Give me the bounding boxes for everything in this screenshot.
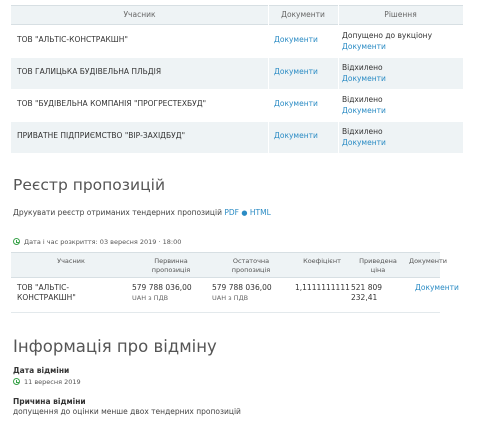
decision-status: Відхилено: [342, 127, 383, 136]
opening-date: Дата і час розкриття: 03 вересня 2019 · …: [13, 238, 181, 246]
col-documents-header: Документи: [409, 257, 447, 265]
cancellation-reason: допущення до оцінки менше двох тендерних…: [13, 407, 241, 416]
registry-title: Реєстр пропозицій: [13, 176, 166, 194]
participants-table: Учасник Документи Рішення ТОВ "АЛЬТІС-КО…: [11, 5, 463, 154]
proposal-participant: ТОВ "АЛЬТІС- КОНСТРАКШН": [17, 283, 76, 302]
participant-row: ТОВ "БУДІВЕЛЬНА КОМПАНІЯ "ПРОГРЕСТЕХБУД"…: [11, 90, 463, 122]
col-participant-header: Учасник: [57, 257, 85, 265]
cancellation-date-text: 11 вересня 2019: [24, 378, 81, 386]
cancellation-date: 11 вересня 2019: [13, 378, 81, 386]
decision-documents-link[interactable]: Документи: [342, 106, 386, 115]
col-decision-header: Рішення: [384, 10, 417, 19]
separator-dot: ●: [241, 209, 248, 217]
col-final-header: Остаточна пропозиція: [231, 257, 271, 274]
participant-documents-link[interactable]: Документи: [274, 35, 318, 44]
html-link[interactable]: HTML: [250, 208, 271, 217]
initial-proposal: 579 788 036,00 UAH з ПДВ: [132, 283, 192, 302]
coefficient: 1,1111111111: [295, 283, 350, 292]
decision-documents-link[interactable]: Документи: [342, 42, 386, 51]
col-reduced-price-header: Приведена ціна: [359, 257, 397, 274]
decision-status: Відхилено: [342, 95, 383, 104]
proposal-documents-link[interactable]: Документи: [415, 283, 459, 292]
participant-documents-link[interactable]: Документи: [274, 99, 318, 108]
col-coefficient-header: Коефіцієнт: [303, 257, 341, 265]
clock-icon: [13, 378, 20, 385]
col-initial-header: Первинна пропозиція: [151, 257, 191, 274]
proposals-table-header: Учасник Первинна пропозиція Остаточна проп…: [11, 252, 447, 278]
column-divider: [268, 5, 269, 154]
decision-documents-link[interactable]: Документи: [342, 138, 386, 147]
proposal-row: ТОВ "АЛЬТІС- КОНСТРАКШН" 579 788 036,00 UA…: [11, 279, 459, 313]
cancellation-reason-label: Причина відміни: [13, 397, 86, 406]
col-participant-header: Учасник: [123, 10, 156, 19]
cancellation-date-label: Дата відміни: [13, 366, 70, 375]
final-proposal: 579 788 036,00 UAH з ПДВ: [212, 283, 272, 302]
clock-icon: [13, 238, 20, 245]
participant-name: ПРИВАТНЕ ПІДПРИЄМСТВО "ВІР-ЗАХІДБУД": [17, 131, 186, 140]
participant-row: ТОВ "АЛЬТІС-КОНСТРАКШН" Документи Допуще…: [11, 26, 463, 58]
participant-name: ТОВ "АЛЬТІС-КОНСТРАКШН": [17, 35, 128, 44]
column-divider: [338, 5, 339, 154]
participant-documents-link[interactable]: Документи: [274, 67, 318, 76]
decision-status: Відхилено: [342, 63, 383, 72]
decision-documents-link[interactable]: Документи: [342, 74, 386, 83]
reduced-price: 521 809 232,41: [351, 283, 383, 302]
participant-name: ТОВ ГАЛИЦЬКА БУДІВЕЛЬНА ПЛЬДІЯ: [17, 67, 162, 76]
participant-documents-link[interactable]: Документи: [274, 131, 318, 140]
participants-table-header: Учасник Документи Рішення: [11, 5, 463, 25]
decision-status: Допущено до вукціону: [342, 31, 433, 40]
print-registry-line: Друкувати реєстр отриманих тендерних про…: [13, 208, 271, 217]
participant-row: ТОВ ГАЛИЦЬКА БУДІВЕЛЬНА ПЛЬДІЯ Документи…: [11, 58, 463, 90]
col-documents-header: Документи: [281, 10, 325, 19]
participant-name: ТОВ "БУДІВЕЛЬНА КОМПАНІЯ "ПРОГРЕСТЕХБУД": [17, 99, 207, 108]
opening-date-text: Дата і час розкриття: 03 вересня 2019 · …: [24, 238, 182, 246]
print-registry-text: Друкувати реєстр отриманих тендерних про…: [13, 208, 222, 217]
cancellation-title: Інформація про відміну: [13, 337, 217, 356]
pdf-link[interactable]: PDF: [224, 208, 239, 217]
participant-row: ПРИВАТНЕ ПІДПРИЄМСТВО "ВІР-ЗАХІДБУД" Док…: [11, 122, 463, 154]
